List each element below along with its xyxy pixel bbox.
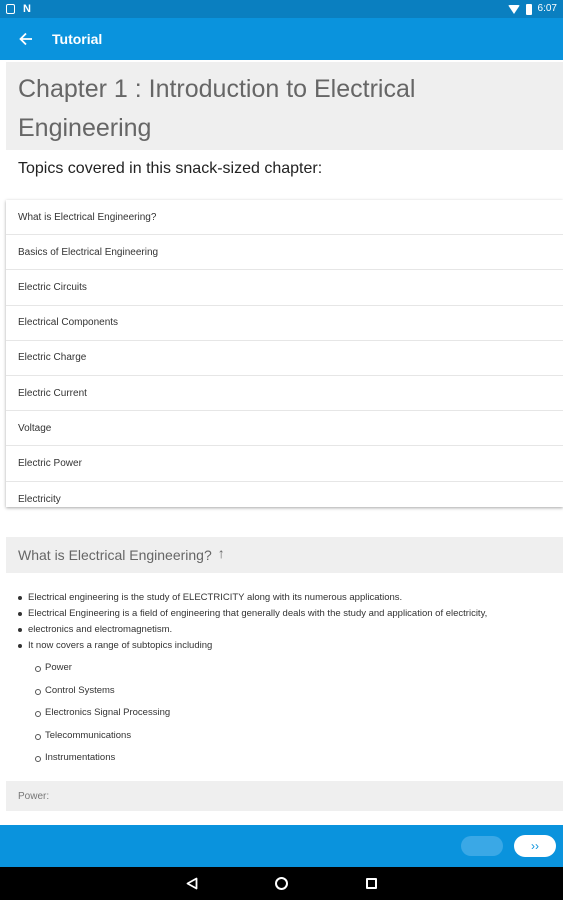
section-header: What is Electrical Engineering? ↑ [6,537,563,573]
status-bar: N 6:07 [0,0,563,18]
next-chevrons-icon: ›› [531,839,539,853]
previous-button[interactable] [461,836,503,856]
system-nav-bar [0,867,563,900]
app-title: Tutorial [52,31,103,47]
bullet-item: Electrical engineering is the study of E… [18,590,553,606]
app-bar: Tutorial [0,18,563,60]
section-content: Electrical engineering is the study of E… [18,590,553,770]
bullet-item: electronics and electromagnetism. [18,622,553,638]
subtopic-item: Power [35,657,553,680]
subtopic-item: Instrumentations [35,747,553,770]
notification-icon [6,4,15,14]
topic-item[interactable]: Basics of Electrical Engineering [6,235,563,271]
topic-list: What is Electrical Engineering? Basics o… [6,200,563,507]
arrow-left-icon [19,32,32,46]
clock: 6:07 [537,3,557,14]
nav-back-icon[interactable] [186,877,198,890]
topic-item[interactable]: Voltage [6,411,563,447]
subtopic-item: Telecommunications [35,725,553,748]
nav-recents-icon[interactable] [366,878,377,889]
topic-item[interactable]: Electric Current [6,376,563,412]
bullet-item: It now covers a range of subtopics inclu… [18,638,553,654]
topic-item[interactable]: What is Electrical Engineering? [6,200,563,236]
topic-item[interactable]: Electric Charge [6,341,563,376]
bullet-item: Electrical Engineering is a field of eng… [18,606,553,622]
section-title: What is Electrical Engineering? [18,547,212,563]
subtopic-item: Control Systems [35,680,553,703]
topics-heading: Topics covered in this snack-sized chapt… [18,160,323,177]
next-button[interactable]: ›› [514,835,556,857]
subtopic-item: Electronics Signal Processing [35,702,553,725]
chapter-title: Chapter 1 : Introduction to Electrical E… [18,75,416,142]
bottom-action-bar: ›› [0,825,563,867]
subtopic-list: Power Control Systems Electronics Signal… [35,657,553,770]
topic-item[interactable]: Electric Power [6,446,563,482]
battery-icon [525,3,532,15]
next-section-header: Power: [6,781,563,811]
topic-item[interactable]: Electric Circuits [6,270,563,306]
topic-item[interactable]: Electricity [6,482,563,517]
wifi-icon [507,4,520,14]
topic-item[interactable]: Electrical Components [6,306,563,341]
back-button[interactable] [0,18,52,60]
nav-home-icon[interactable] [275,877,288,890]
chapter-header: Chapter 1 : Introduction to Electrical E… [6,62,563,150]
next-section-title: Power: [18,790,50,802]
arrow-up-icon[interactable]: ↑ [218,545,225,561]
n-notification-icon: N [23,3,31,15]
